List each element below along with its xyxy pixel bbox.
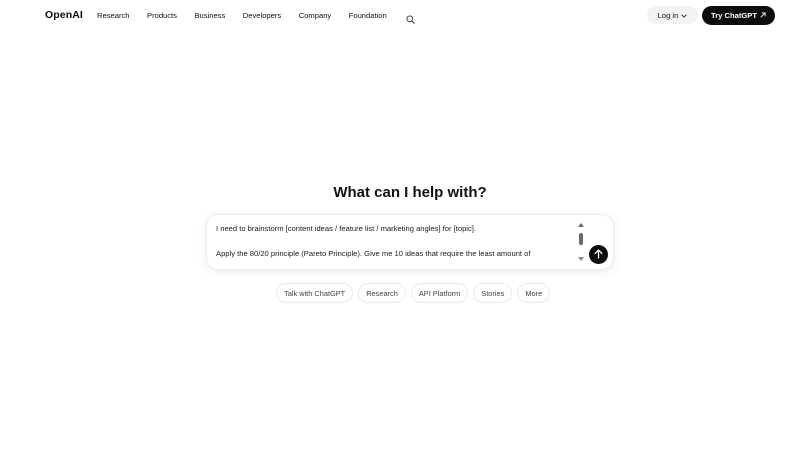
main-nav: Research Products Business Developers Co…	[97, 11, 415, 24]
chip-research[interactable]: Research	[358, 283, 406, 303]
chip-more[interactable]: More	[517, 283, 551, 303]
try-chatgpt-button[interactable]: Try ChatGPT	[702, 6, 775, 25]
prompt-line-2: Apply the 80/20 principle (Pareto Princi…	[216, 249, 531, 259]
prompt-composer[interactable]: I need to brainstorm [content ideas / fe…	[206, 214, 614, 270]
prompt-line-1: I need to brainstorm [content ideas / fe…	[216, 224, 477, 233]
site-header: OpenAI Research Products Business Develo…	[0, 0, 800, 32]
scroll-thumb[interactable]	[579, 233, 583, 245]
login-button[interactable]: Log in	[647, 6, 698, 24]
login-label: Log in	[657, 10, 679, 20]
try-chatgpt-label: Try ChatGPT	[711, 11, 757, 20]
page-title: What can I help with?	[333, 184, 487, 201]
scroll-down-arrow-icon[interactable]	[578, 257, 584, 261]
chevron-down-icon	[681, 11, 688, 20]
nav-company[interactable]: Company	[299, 11, 332, 20]
chip-stories[interactable]: Stories	[473, 283, 513, 303]
arrow-up-icon	[594, 246, 603, 264]
page: OpenAI Research Products Business Develo…	[0, 0, 800, 450]
send-button[interactable]	[589, 245, 608, 264]
nav-foundation[interactable]: Foundation	[349, 11, 387, 20]
chip-api-platform[interactable]: API Platform	[410, 283, 469, 303]
nav-research[interactable]: Research	[97, 11, 130, 20]
arrow-up-right-icon	[760, 11, 766, 20]
openai-logo[interactable]: OpenAI	[45, 9, 83, 21]
nav-products[interactable]: Products	[147, 11, 177, 20]
chip-talk-with-chatgpt[interactable]: Talk with ChatGPT	[276, 283, 354, 303]
nav-developers[interactable]: Developers	[243, 11, 281, 20]
nav-business[interactable]: Business	[194, 11, 225, 20]
search-icon[interactable]	[406, 11, 415, 24]
prompt-scrollbar[interactable]	[577, 223, 585, 261]
prompt-input[interactable]: I need to brainstorm [content ideas / fe…	[216, 223, 576, 263]
suggestion-chips: Talk with ChatGPT Research API Platform …	[276, 283, 555, 303]
scroll-up-arrow-icon[interactable]	[578, 223, 584, 227]
